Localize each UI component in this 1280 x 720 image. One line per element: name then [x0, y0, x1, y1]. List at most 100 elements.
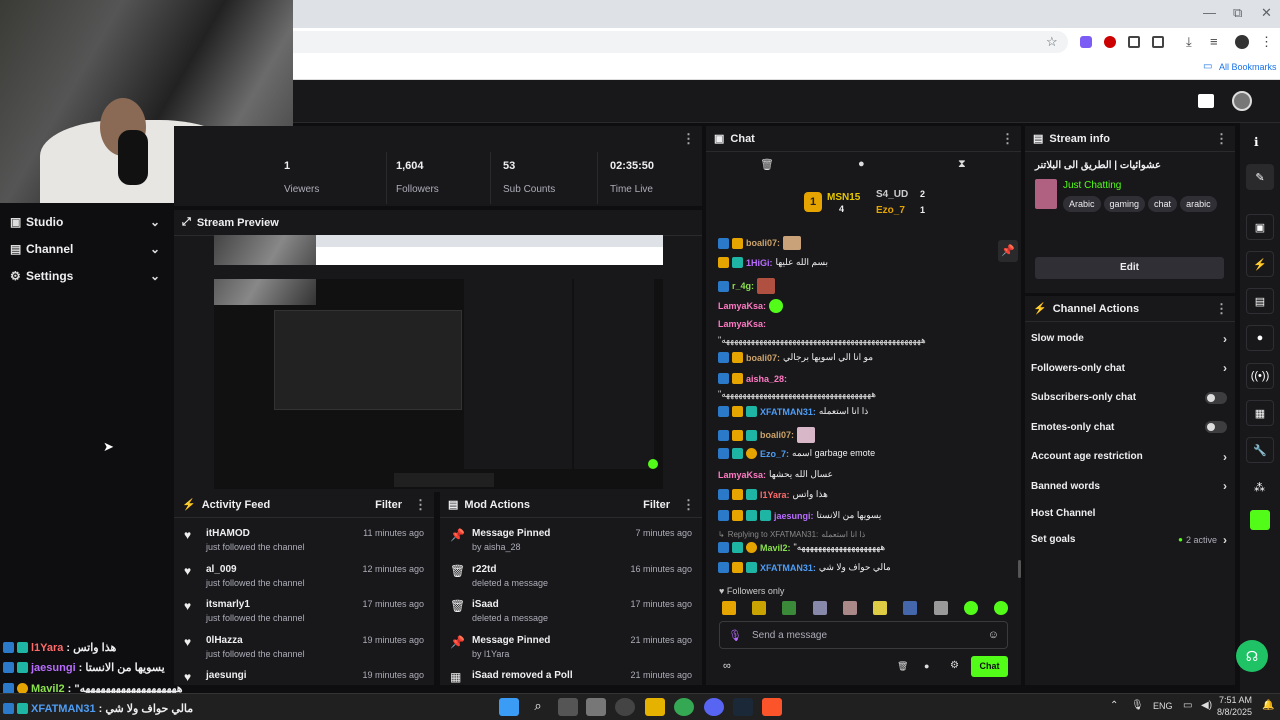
bookmark-star-icon[interactable]: ☆: [1046, 34, 1058, 50]
info-icon[interactable]: ℹ: [1254, 135, 1259, 149]
stream-title: عشوائيات | الطريق الى البلاتنر: [1035, 160, 1161, 171]
reading-list-icon[interactable]: ≡: [1210, 34, 1218, 49]
microphone-icon[interactable]: 🎙: [1131, 700, 1144, 711]
screen-icon[interactable]: ▣: [1246, 214, 1274, 240]
user-avatar[interactable]: [1232, 91, 1252, 111]
speech-bubble-icon[interactable]: ●: [924, 661, 929, 671]
right-rail: ℹ ✎ ▣ ⚡ ▤ ● ((•)) ▦ 🔧 ⁂ ☊: [1236, 123, 1280, 693]
search-icon[interactable]: ⌕: [528, 698, 548, 716]
set-goals-row[interactable]: Set goals ● 2 active ›: [1025, 525, 1235, 555]
chat-message: r_4g:: [718, 278, 776, 294]
more-options-icon[interactable]: ⋮: [1001, 131, 1014, 147]
filter-button[interactable]: Filter: [643, 499, 670, 511]
volume-icon[interactable]: ◀): [1201, 700, 1212, 711]
wrench-icon[interactable]: 🔧: [1246, 437, 1274, 463]
app-icon[interactable]: [1250, 510, 1270, 530]
support-headset-icon[interactable]: ☊: [1236, 640, 1268, 672]
taskbar-app-icon[interactable]: [586, 698, 606, 716]
close-window-button[interactable]: ✕: [1261, 5, 1272, 21]
emoji-icon[interactable]: ☺: [988, 629, 999, 641]
layout-icon[interactable]: ▦: [1246, 400, 1274, 426]
send-chat-button[interactable]: Chat: [971, 656, 1008, 677]
language-indicator[interactable]: ENG: [1153, 701, 1173, 711]
all-bookmarks-link[interactable]: All Bookmarks: [1219, 62, 1277, 72]
tray-chevron-icon[interactable]: ⌃: [1110, 700, 1118, 711]
filter-button[interactable]: Filter: [375, 499, 402, 511]
task-view-icon[interactable]: [558, 698, 578, 716]
subscribers-only-row: Subscribers-only chat: [1025, 383, 1235, 413]
tag[interactable]: Arabic: [1063, 196, 1101, 212]
trash-icon[interactable]: 🗑: [760, 158, 774, 171]
profile-avatar[interactable]: [1235, 35, 1249, 49]
minimize-button[interactable]: —: [1203, 5, 1216, 20]
tag[interactable]: arabic: [1180, 196, 1217, 212]
document-icon[interactable]: ▤: [1246, 288, 1274, 314]
more-options-icon[interactable]: ⋮: [682, 131, 695, 147]
download-icon[interactable]: ⤓: [1186, 34, 1192, 50]
clock-date[interactable]: 8/8/2025: [1212, 707, 1252, 717]
chat-icon[interactable]: ●: [1246, 325, 1274, 351]
emotes-only-toggle[interactable]: [1205, 421, 1227, 434]
restore-button[interactable]: ⧉: [1233, 5, 1242, 21]
chat-message: LamyaKsa: عسال الله يحشها: [718, 469, 833, 480]
lightning-icon[interactable]: ⚡: [1246, 251, 1274, 277]
broadcast-icon[interactable]: ((•)): [1246, 363, 1274, 389]
sidebar-item-settings[interactable]: ⚙ Settings ⌄: [0, 262, 170, 289]
edit-icon[interactable]: ✎: [1246, 164, 1274, 190]
banned-words-row[interactable]: Banned words ›: [1025, 472, 1235, 502]
chat-message: "ههههههههههههههههههههههههههههههههههههههه…: [718, 335, 926, 345]
chat-scrollbar[interactable]: [1018, 560, 1021, 578]
taskbar-app-icon[interactable]: [615, 698, 635, 716]
edit-button[interactable]: Edit: [1035, 257, 1224, 279]
microphone-icon[interactable]: 🎙: [728, 629, 742, 642]
tag[interactable]: chat: [1148, 196, 1178, 212]
more-options-icon[interactable]: ⋮: [1215, 131, 1228, 147]
goals-status: 2 active: [1185, 534, 1217, 545]
chat-input[interactable]: 🎙 Send a message ☺: [719, 621, 1008, 649]
more-options-icon[interactable]: ⋮: [414, 497, 427, 513]
steam-icon[interactable]: [733, 698, 753, 716]
extension-icon[interactable]: [1104, 36, 1116, 48]
stream-preview-video[interactable]: [214, 235, 663, 489]
pin-icon[interactable]: 📌: [998, 240, 1018, 262]
hourglass-icon[interactable]: ⧗: [958, 158, 966, 171]
sidebar-item-channel[interactable]: ▤ Channel ⌄: [0, 235, 170, 262]
kick-logo-icon[interactable]: [1198, 94, 1214, 108]
trash-icon[interactable]: 🗑: [897, 661, 908, 672]
community-icon[interactable]: ⁂: [1254, 481, 1265, 494]
notifications-icon[interactable]: 🔔: [1262, 700, 1274, 711]
chat-message: aisha_28:: [718, 373, 787, 384]
tag[interactable]: gaming: [1103, 196, 1146, 212]
chrome-menu-icon[interactable]: ⋮: [1260, 34, 1273, 50]
host-channel-row[interactable]: Host Channel: [1025, 501, 1235, 525]
chat-message: LamyaKsa:: [718, 299, 784, 313]
kick-points-icon[interactable]: ∞: [723, 660, 731, 672]
address-bar[interactable]: [293, 31, 1068, 53]
speech-bubble-icon[interactable]: ●: [858, 158, 865, 170]
brave-icon[interactable]: [762, 698, 782, 716]
chevron-down-icon: ⌄: [149, 214, 160, 229]
gear-icon[interactable]: ⚙: [950, 660, 959, 671]
discord-icon[interactable]: [704, 698, 724, 716]
extensions-puzzle-icon[interactable]: [1152, 36, 1164, 48]
category-thumbnail[interactable]: [1035, 179, 1057, 209]
extension-icon[interactable]: [1128, 36, 1140, 48]
sidebar-item-studio[interactable]: ▣ Studio ⌄: [0, 208, 170, 235]
expand-icon[interactable]: ⤢: [182, 216, 191, 229]
subscribers-only-toggle[interactable]: [1205, 391, 1227, 404]
emote-bar[interactable]: [722, 601, 1008, 615]
start-button[interactable]: [499, 698, 519, 716]
chrome-icon[interactable]: [674, 698, 694, 716]
network-icon[interactable]: ▭: [1183, 700, 1192, 711]
chat-message: boali07: مو انا الي اسويها برجالي: [718, 352, 873, 363]
extension-icon[interactable]: [1080, 36, 1092, 48]
followers-only-row[interactable]: Followers-only chat ›: [1025, 354, 1235, 384]
more-options-icon[interactable]: ⋮: [1215, 301, 1228, 317]
category-link[interactable]: Just Chatting: [1063, 180, 1121, 191]
stat-viewers: 1 Viewers: [280, 152, 387, 204]
slow-mode-row[interactable]: Slow mode ›: [1025, 324, 1235, 354]
clock-time[interactable]: 7:51 AM: [1216, 695, 1252, 705]
more-options-icon[interactable]: ⋮: [682, 497, 695, 513]
file-explorer-icon[interactable]: [645, 698, 665, 716]
account-age-row[interactable]: Account age restriction ›: [1025, 442, 1235, 472]
